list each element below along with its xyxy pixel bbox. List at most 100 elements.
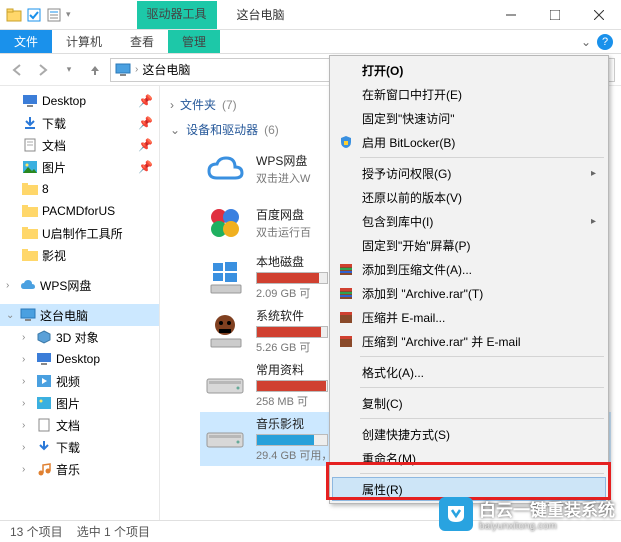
explorer-icon bbox=[6, 7, 22, 23]
pin-icon: 📌 bbox=[138, 94, 153, 108]
tree-pictures[interactable]: 图片📌 bbox=[0, 156, 159, 178]
tree-documents2[interactable]: ›文档 bbox=[0, 414, 159, 436]
avatar-drive-icon bbox=[204, 310, 246, 352]
ribbon-expand-icon[interactable]: ⌄ bbox=[581, 35, 591, 49]
folder-icon bbox=[22, 225, 38, 241]
cm-zip-rar-email[interactable]: 压缩到 "Archive.rar" 并 E-mail bbox=[332, 329, 606, 353]
status-selected-count: 选中 1 个项目 bbox=[77, 523, 150, 540]
shield-icon bbox=[338, 134, 354, 150]
properties-icon[interactable] bbox=[46, 7, 62, 23]
tree-pacmd[interactable]: PACMDforUS bbox=[0, 200, 159, 222]
cm-zip-email[interactable]: 压缩并 E-mail... bbox=[332, 305, 606, 329]
chevron-right-icon[interactable]: › bbox=[22, 332, 32, 343]
breadcrumb[interactable]: 这台电脑 bbox=[142, 61, 190, 78]
menu-separator bbox=[360, 157, 604, 158]
cm-create-shortcut[interactable]: 创建快捷方式(S) bbox=[332, 422, 606, 446]
menu-separator bbox=[360, 356, 604, 357]
hdd-icon bbox=[204, 418, 246, 460]
watermark: 白云一键重装系统 baiyunxitong.com bbox=[439, 496, 615, 532]
winrar-icon bbox=[338, 333, 354, 349]
cm-open[interactable]: 打开(O) bbox=[332, 58, 606, 82]
maximize-button[interactable] bbox=[533, 1, 577, 29]
cloud-drive-icon bbox=[204, 148, 246, 190]
pc-icon bbox=[115, 63, 131, 77]
desktop-icon bbox=[36, 351, 52, 367]
watermark-title: 白云一键重装系统 bbox=[479, 496, 615, 521]
chevron-down-icon[interactable]: ⌄ bbox=[6, 310, 16, 321]
chevron-right-icon[interactable]: › bbox=[6, 280, 16, 291]
cm-add-rar[interactable]: 添加到 "Archive.rar"(T) bbox=[332, 281, 606, 305]
cube-icon bbox=[36, 329, 52, 345]
chevron-right-icon[interactable]: › bbox=[22, 442, 32, 453]
document-icon bbox=[36, 417, 52, 433]
music-icon bbox=[36, 461, 52, 477]
winrar-icon bbox=[338, 285, 354, 301]
cm-bitlocker[interactable]: 启用 BitLocker(B) bbox=[332, 130, 606, 154]
tree-wps[interactable]: ›WPS网盘 bbox=[0, 274, 159, 296]
tree-music[interactable]: ›音乐 bbox=[0, 458, 159, 480]
navigation-pane: Desktop📌 下载📌 文档📌 图片📌 8 PACMDforUS U启制作工具… bbox=[0, 86, 160, 520]
status-item-count: 13 个项目 bbox=[10, 523, 63, 540]
download-icon bbox=[22, 115, 38, 131]
pin-icon: 📌 bbox=[138, 160, 153, 174]
minimize-button[interactable] bbox=[489, 1, 533, 29]
picture-icon bbox=[36, 395, 52, 411]
cm-restore-previous[interactable]: 还原以前的版本(V) bbox=[332, 185, 606, 209]
tree-videos2[interactable]: ›视频 bbox=[0, 370, 159, 392]
tree-pictures2[interactable]: ›图片 bbox=[0, 392, 159, 414]
cm-grant-access[interactable]: 授予访问权限(G)▸ bbox=[332, 161, 606, 185]
tree-3d[interactable]: ›3D 对象 bbox=[0, 326, 159, 348]
windows-drive-icon bbox=[204, 256, 246, 298]
tree-downloads[interactable]: 下载📌 bbox=[0, 112, 159, 134]
cm-pin-start[interactable]: 固定到"开始"屏幕(P) bbox=[332, 233, 606, 257]
ribbon-tabs: 文件 计算机 查看 管理 ⌄ ? bbox=[0, 30, 621, 54]
contextual-tool-tab: 驱动器工具 bbox=[137, 1, 217, 29]
recent-dropdown-icon[interactable]: ▾ bbox=[58, 59, 80, 81]
cm-rename[interactable]: 重命名(M) bbox=[332, 446, 606, 470]
close-button[interactable] bbox=[577, 1, 621, 29]
tab-computer[interactable]: 计算机 bbox=[52, 30, 116, 53]
tree-thispc[interactable]: ⌄这台电脑 bbox=[0, 304, 159, 326]
back-button[interactable] bbox=[6, 59, 28, 81]
winrar-icon bbox=[338, 309, 354, 325]
chevron-right-icon[interactable]: › bbox=[22, 398, 32, 409]
chevron-right-icon: › bbox=[170, 98, 174, 112]
chevron-right-icon[interactable]: › bbox=[22, 420, 32, 431]
chevron-down-icon: ⌄ bbox=[170, 123, 180, 137]
menu-separator bbox=[360, 387, 604, 388]
breadcrumb-chevron-icon[interactable]: › bbox=[135, 64, 138, 75]
tab-view[interactable]: 查看 bbox=[116, 30, 168, 53]
tree-ustart[interactable]: U启制作工具所 bbox=[0, 222, 159, 244]
checkbox-icon[interactable] bbox=[26, 7, 42, 23]
chevron-right-icon: ▸ bbox=[591, 168, 596, 179]
menu-separator bbox=[360, 418, 604, 419]
tab-manage[interactable]: 管理 bbox=[168, 30, 220, 53]
window-controls bbox=[489, 1, 621, 29]
cm-format[interactable]: 格式化(A)... bbox=[332, 360, 606, 384]
tree-desktop[interactable]: Desktop📌 bbox=[0, 90, 159, 112]
cloud-icon bbox=[20, 277, 36, 293]
cm-pin-quick-access[interactable]: 固定到"快速访问" bbox=[332, 106, 606, 130]
pc-icon bbox=[20, 307, 36, 323]
cm-include-library[interactable]: 包含到库中(I)▸ bbox=[332, 209, 606, 233]
download-icon bbox=[36, 439, 52, 455]
chevron-right-icon[interactable]: › bbox=[22, 354, 32, 365]
tree-videos[interactable]: 影视 bbox=[0, 244, 159, 266]
tree-desktop2[interactable]: ›Desktop bbox=[0, 348, 159, 370]
chevron-right-icon[interactable]: › bbox=[22, 464, 32, 475]
qat-dropdown-icon[interactable]: ▾ bbox=[66, 9, 71, 20]
tab-file[interactable]: 文件 bbox=[0, 30, 52, 53]
chevron-right-icon[interactable]: › bbox=[22, 376, 32, 387]
window-title: 这台电脑 bbox=[237, 6, 285, 23]
tree-downloads2[interactable]: ›下载 bbox=[0, 436, 159, 458]
tree-folder-8[interactable]: 8 bbox=[0, 178, 159, 200]
menu-separator bbox=[360, 473, 604, 474]
forward-button[interactable] bbox=[32, 59, 54, 81]
pin-icon: 📌 bbox=[138, 116, 153, 130]
cm-add-archive[interactable]: 添加到压缩文件(A)... bbox=[332, 257, 606, 281]
cm-open-new-window[interactable]: 在新窗口中打开(E) bbox=[332, 82, 606, 106]
up-button[interactable] bbox=[84, 59, 106, 81]
cm-copy[interactable]: 复制(C) bbox=[332, 391, 606, 415]
tree-documents[interactable]: 文档📌 bbox=[0, 134, 159, 156]
help-icon[interactable]: ? bbox=[597, 34, 613, 50]
